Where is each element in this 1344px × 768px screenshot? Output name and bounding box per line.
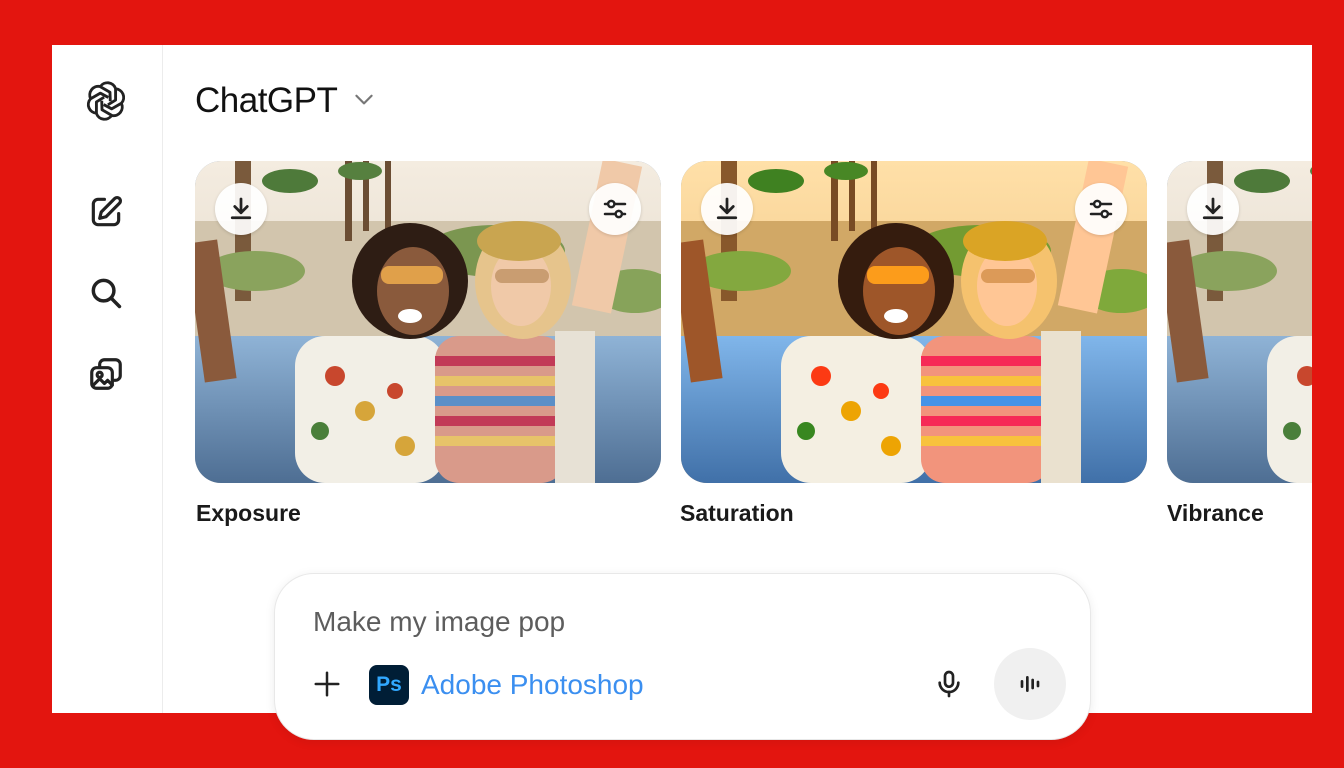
- photoshop-tool-chip[interactable]: Ps Adobe Photoshop: [369, 664, 644, 706]
- waveform-icon: [1020, 676, 1040, 692]
- download-button[interactable]: [215, 183, 267, 235]
- search-icon[interactable]: [82, 269, 130, 317]
- plus-icon: [314, 671, 340, 697]
- new-chat-icon[interactable]: [82, 188, 130, 236]
- tool-name: Adobe Photoshop: [421, 669, 644, 700]
- model-selector[interactable]: ChatGPT: [195, 81, 377, 121]
- dictate-button[interactable]: [927, 662, 971, 706]
- model-name: ChatGPT: [195, 81, 338, 120]
- add-attachment-button[interactable]: [309, 666, 345, 702]
- card-label: Vibrance: [1167, 500, 1264, 526]
- adjust-button[interactable]: [589, 183, 641, 235]
- photoshop-icon: Ps: [369, 665, 409, 705]
- card-label: Saturation: [680, 500, 794, 526]
- microphone-icon: [938, 670, 960, 698]
- images-icon[interactable]: [82, 350, 130, 398]
- prompt-input[interactable]: [313, 606, 1013, 638]
- stage: ChatGPT Exposure Saturation Vibrance Mak…: [0, 0, 1344, 768]
- download-icon: [716, 197, 738, 220]
- sidebar: [52, 45, 163, 713]
- image-card-exposure[interactable]: [195, 161, 661, 483]
- sliders-icon: [1089, 199, 1113, 219]
- chevron-down-icon: [351, 86, 377, 117]
- adjust-button[interactable]: [1075, 183, 1127, 235]
- composer: Ps Adobe Photoshop: [274, 573, 1091, 740]
- image-card-saturation[interactable]: [681, 161, 1147, 483]
- sliders-icon: [603, 199, 627, 219]
- download-button[interactable]: [1187, 183, 1239, 235]
- download-icon: [230, 197, 252, 220]
- download-icon: [1202, 197, 1224, 220]
- download-button[interactable]: [701, 183, 753, 235]
- voice-mode-button[interactable]: [994, 648, 1066, 720]
- card-label: Exposure: [196, 500, 301, 526]
- image-card-vibrance[interactable]: [1167, 161, 1312, 483]
- openai-logo-icon[interactable]: [82, 77, 130, 125]
